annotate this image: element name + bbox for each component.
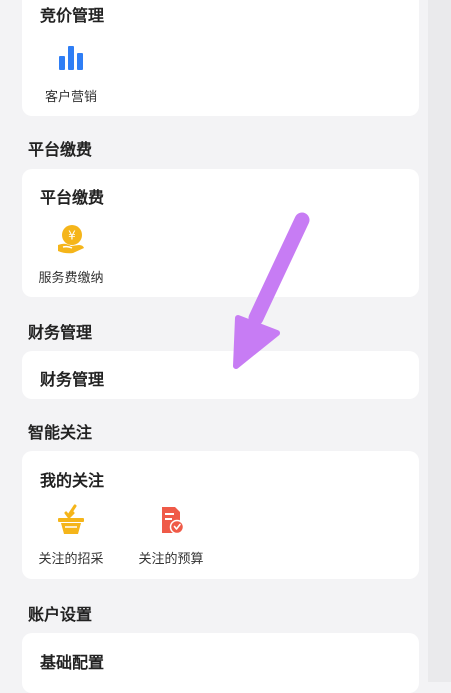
customer-marketing-label: 客户营销 xyxy=(44,90,97,105)
my-follow-card-title: 我的关注 xyxy=(40,471,105,490)
followed-procurement-item[interactable]: 关注的招采 xyxy=(26,504,116,567)
bidding-card-title: 竞价管理 xyxy=(40,6,105,25)
finance-card[interactable]: 财务管理 xyxy=(22,351,419,399)
followed-budget-item[interactable]: 关注的预算 xyxy=(126,504,216,567)
followed-procurement-label: 关注的招采 xyxy=(38,552,104,567)
budget-doc-icon xyxy=(155,504,187,536)
platform-fee-section-title: 平台缴费 xyxy=(28,140,93,159)
followed-budget-label: 关注的预算 xyxy=(138,552,204,567)
basic-config-card[interactable]: 基础配置 xyxy=(22,633,419,693)
smart-follow-section-title: 智能关注 xyxy=(28,423,93,442)
svg-text:¥: ¥ xyxy=(68,229,76,243)
my-follow-card: 我的关注 关注的招采 关注的预算 xyxy=(22,451,419,579)
platform-fee-card-title: 平台缴费 xyxy=(40,188,105,207)
service-fee-payment-item[interactable]: ¥ 服务费缴纳 xyxy=(26,223,116,286)
yuan-hand-icon: ¥ xyxy=(55,223,87,255)
customer-marketing-item[interactable]: 客户营销 xyxy=(26,42,116,105)
service-fee-payment-label: 服务费缴纳 xyxy=(38,271,104,286)
basic-config-card-title: 基础配置 xyxy=(40,653,105,672)
basket-icon xyxy=(55,504,87,536)
bar-chart-icon xyxy=(55,42,87,74)
finance-card-title: 财务管理 xyxy=(40,370,105,389)
platform-fee-card: 平台缴费 ¥ 服务费缴纳 xyxy=(22,169,419,297)
bidding-card: 竞价管理 客户营销 xyxy=(22,0,419,116)
account-section-title: 账户设置 xyxy=(28,605,93,624)
right-edge-strip xyxy=(428,0,451,682)
finance-section-title: 财务管理 xyxy=(28,323,93,342)
